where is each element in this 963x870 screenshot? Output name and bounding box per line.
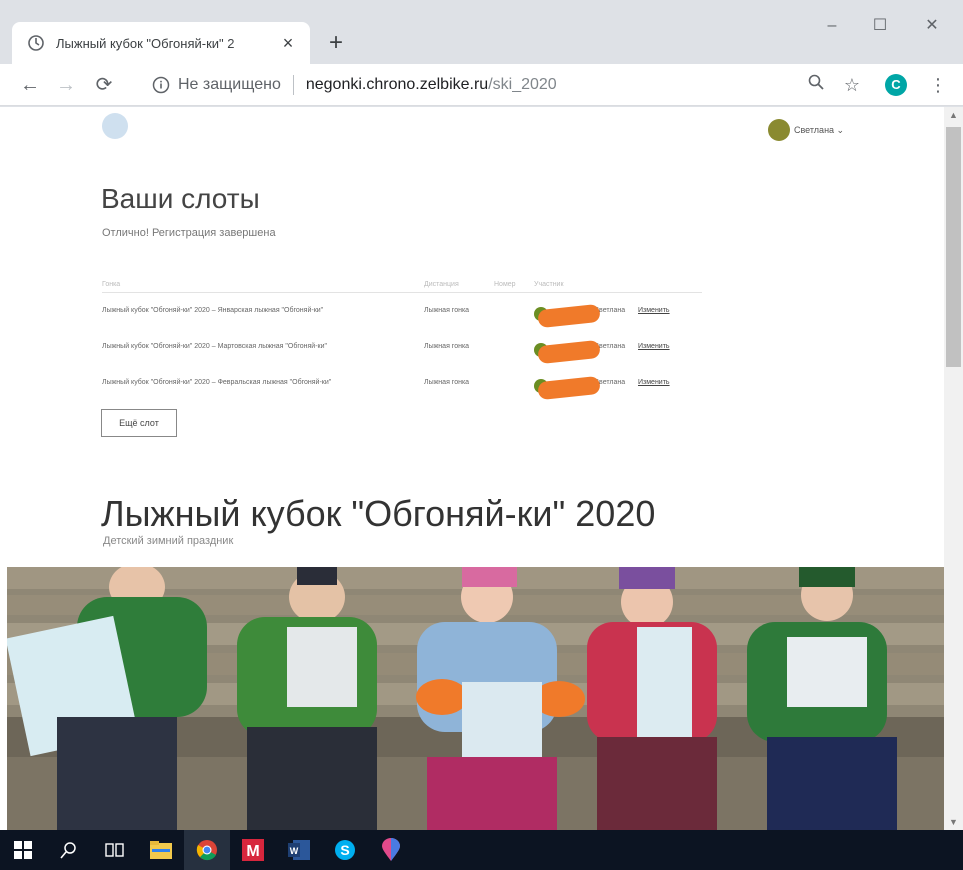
user-menu[interactable]: Светлана ⌄ xyxy=(768,119,844,141)
tab-close-icon[interactable]: × xyxy=(278,33,298,53)
svg-text:S: S xyxy=(340,842,349,858)
profile-avatar[interactable]: C xyxy=(885,74,907,96)
redaction-mark xyxy=(537,303,601,329)
race-name: Лыжный кубок "Обгоняй-ки" 2020 – Мартовс… xyxy=(102,343,328,350)
browser-toolbar: ← → ⟳ Не защищено negonki.chrono.zelbike… xyxy=(0,64,963,106)
column-header-number: Номер xyxy=(494,281,516,288)
scroll-up-arrow-icon[interactable]: ▲ xyxy=(944,107,963,123)
page-scrollbar[interactable]: ▲ ▼ xyxy=(944,107,963,830)
skype-icon[interactable]: S xyxy=(322,830,368,870)
change-link[interactable]: Изменить xyxy=(638,307,670,314)
table-row: Лыжный кубок "Обгоняй-ки" 2020 – Февраль… xyxy=(102,365,702,401)
user-name: Светлана xyxy=(794,125,835,135)
slots-table: Гонка Дистанция Номер Участник Лыжный ку… xyxy=(102,279,702,401)
new-tab-button[interactable]: + xyxy=(322,30,350,58)
column-header-distance: Дистанция xyxy=(424,281,459,288)
site-logo[interactable] xyxy=(102,113,128,139)
security-label: Не защищено xyxy=(178,76,281,93)
chrome-icon[interactable] xyxy=(184,830,230,870)
address-bar[interactable]: Не защищено negonki.chrono.zelbike.ru /s… xyxy=(138,68,878,102)
event-title: Лыжный кубок "Обгоняй-ки" 2020 xyxy=(101,493,656,534)
scroll-down-arrow-icon[interactable]: ▼ xyxy=(944,814,963,830)
distance: Лыжная гонка xyxy=(424,343,470,350)
file-explorer-icon[interactable] xyxy=(138,830,184,870)
url-path: /ski_2020 xyxy=(488,76,557,93)
svg-text:W: W xyxy=(290,846,299,856)
distance: Лыжная гонка xyxy=(424,379,470,386)
slots-heading: Ваши слоты xyxy=(101,183,260,214)
url-host: negonki.chrono.zelbike.ru xyxy=(305,76,489,93)
info-icon[interactable] xyxy=(152,76,170,94)
race-name: Лыжный кубок "Обгоняй-ки" 2020 – Январск… xyxy=(102,307,324,314)
search-icon[interactable] xyxy=(46,830,92,870)
url-separator xyxy=(292,75,294,95)
column-header-race: Гонка xyxy=(102,281,121,288)
maps-icon[interactable] xyxy=(368,830,414,870)
scroll-thumb[interactable] xyxy=(946,127,961,367)
add-slot-button[interactable]: Ещё слот xyxy=(101,409,177,437)
page-content: Светлана ⌄ Ваши слоты Отлично! Регистрац… xyxy=(0,107,944,830)
reload-button[interactable]: ⟳ xyxy=(90,71,118,99)
svg-text:M: M xyxy=(246,843,259,860)
minimize-button[interactable]: – xyxy=(810,12,854,40)
table-row: Лыжный кубок "Обгоняй-ки" 2020 – Январск… xyxy=(102,293,702,329)
event-photo xyxy=(7,567,944,830)
forward-button[interactable]: → xyxy=(52,71,80,99)
race-name: Лыжный кубок "Обгоняй-ки" 2020 – Февраль… xyxy=(102,379,332,386)
registration-message: Отлично! Регистрация завершена xyxy=(102,227,276,239)
tab-title: Лыжный кубок "Обгоняй-ки" 2 xyxy=(56,35,235,51)
table-row: Лыжный кубок "Обгоняй-ки" 2020 – Мартовс… xyxy=(102,329,702,365)
table-header: Гонка Дистанция Номер Участник xyxy=(102,279,702,293)
chevron-down-icon: ⌄ xyxy=(834,124,845,135)
event-subtitle: Детский зимний праздник xyxy=(103,535,234,547)
taskbar: M W S xyxy=(0,830,963,870)
task-view-icon[interactable] xyxy=(92,830,138,870)
back-button[interactable]: ← xyxy=(16,71,44,99)
browser-tab[interactable]: Лыжный кубок "Обгоняй-ки" 2 × xyxy=(12,22,310,64)
mail-icon[interactable]: M xyxy=(230,830,276,870)
tab-strip: Лыжный кубок "Обгоняй-ки" 2 × + – ☐ ✕ xyxy=(0,0,963,64)
user-avatar xyxy=(768,119,790,141)
redaction-mark xyxy=(537,375,601,401)
loading-icon xyxy=(28,35,44,51)
bookmark-star-icon[interactable]: ☆ xyxy=(838,71,866,99)
column-header-participant: Участник xyxy=(534,281,564,288)
menu-kebab-icon[interactable]: ⋮ xyxy=(928,71,948,99)
distance: Лыжная гонка xyxy=(424,307,470,314)
change-link[interactable]: Изменить xyxy=(638,343,670,350)
maximize-button[interactable]: ☐ xyxy=(858,12,902,40)
word-icon[interactable]: W xyxy=(276,830,322,870)
change-link[interactable]: Изменить xyxy=(638,379,670,386)
close-window-button[interactable]: ✕ xyxy=(910,12,954,40)
zoom-icon[interactable] xyxy=(802,71,830,99)
redaction-mark xyxy=(537,339,601,365)
start-icon[interactable] xyxy=(0,830,46,870)
browser-window: Лыжный кубок "Обгоняй-ки" 2 × + – ☐ ✕ ← … xyxy=(0,0,963,870)
